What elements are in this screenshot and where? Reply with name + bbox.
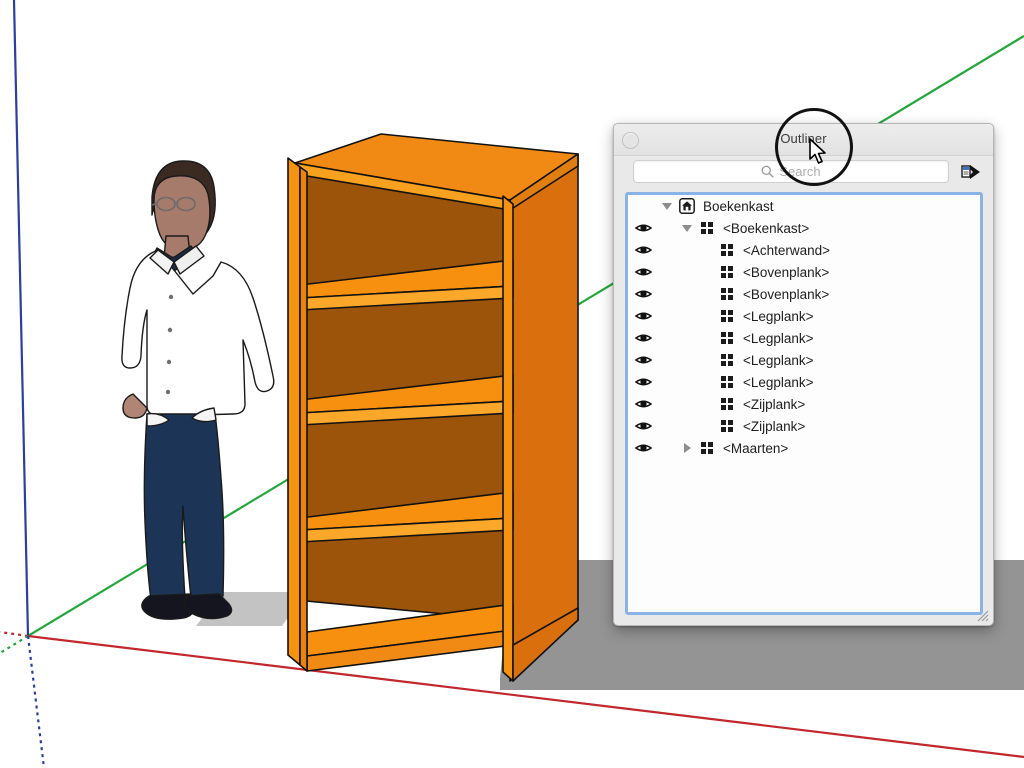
blue-axis-negative (26, 635, 46, 768)
component-icon (716, 376, 738, 388)
tree-row-label: <Boekenkast> (723, 220, 810, 236)
person-trousers (143, 413, 225, 601)
tree-row-label: <Achterwand> (743, 242, 831, 258)
tree-row[interactable]: <Boekenkast> (628, 217, 980, 239)
bookcase-right-upright (502, 195, 514, 682)
bookcase-right-side (509, 153, 579, 682)
blue-axis (12, 0, 30, 637)
person-shoe-right (184, 593, 233, 620)
visibility-eye-icon[interactable] (628, 222, 658, 234)
tree-row-label: <Legplank> (743, 352, 814, 368)
outliner-panel[interactable]: Outliner Search Boekenkast <Boekenkast> … (613, 123, 994, 626)
home-icon (676, 198, 698, 214)
person-shirt (121, 249, 275, 417)
component-icon (716, 398, 738, 410)
sketchup-viewport[interactable]: Outliner Search Boekenkast <Boekenkast> … (0, 0, 1024, 768)
component-icon (716, 332, 738, 344)
person-left-hand (122, 393, 148, 419)
search-icon (761, 165, 774, 178)
disclosure-triangle-closed-icon[interactable] (678, 443, 696, 453)
visibility-eye-icon[interactable] (628, 310, 658, 322)
bookcase-left-upright (287, 157, 301, 666)
tree-row-label: Boekenkast (703, 198, 774, 214)
tree-row[interactable]: <Legplank> (628, 349, 980, 371)
disclosure-triangle-open-icon[interactable] (678, 224, 696, 232)
tree-row-label: <Zijplank> (743, 418, 806, 434)
mouse-cursor (809, 138, 826, 164)
visibility-eye-icon[interactable] (628, 354, 658, 366)
visibility-eye-icon[interactable] (628, 244, 658, 256)
component-icon (716, 288, 738, 300)
tree-row-label: <Maarten> (723, 440, 789, 456)
tree-row-label: <Legplank> (743, 330, 814, 346)
tree-row[interactable]: <Bovenplank> (628, 283, 980, 305)
component-icon (696, 442, 718, 454)
component-icon (716, 266, 738, 278)
visibility-eye-icon[interactable] (628, 266, 658, 278)
tree-row[interactable]: <Legplank> (628, 327, 980, 349)
tree-row[interactable]: <Legplank> (628, 371, 980, 393)
tree-row-label: <Legplank> (743, 308, 814, 324)
tree-row[interactable]: <Zijplank> (628, 415, 980, 437)
component-icon (716, 310, 738, 322)
bookcase-left-upright-face (299, 166, 308, 672)
component-icon (716, 420, 738, 432)
tree-row[interactable]: <Bovenplank> (628, 261, 980, 283)
tree-row[interactable]: <Zijplank> (628, 393, 980, 415)
tree-row[interactable]: Boekenkast (628, 195, 980, 217)
resize-grip[interactable] (976, 609, 989, 622)
tree-row-label: <Zijplank> (743, 396, 806, 412)
component-icon (696, 222, 718, 234)
outliner-tree[interactable]: Boekenkast <Boekenkast> <Achterwand> <Boven… (625, 192, 983, 615)
bookcase-model (287, 133, 579, 682)
tree-row[interactable]: <Maarten> (628, 437, 980, 459)
red-axis-negative (0, 630, 29, 638)
visibility-eye-icon[interactable] (628, 420, 658, 432)
visibility-eye-icon[interactable] (628, 442, 658, 454)
component-icon (716, 354, 738, 366)
green-axis-negative (0, 635, 29, 654)
scale-figure-person (121, 160, 275, 620)
visibility-eye-icon[interactable] (628, 376, 658, 388)
disclosure-triangle-open-icon[interactable] (658, 202, 676, 210)
tree-row[interactable]: <Achterwand> (628, 239, 980, 261)
visibility-eye-icon[interactable] (628, 332, 658, 344)
tree-row-label: <Bovenplank> (743, 286, 830, 302)
tree-row-label: <Legplank> (743, 374, 814, 390)
visibility-eye-icon[interactable] (628, 398, 658, 410)
visibility-eye-icon[interactable] (628, 288, 658, 300)
tree-row[interactable]: <Legplank> (628, 305, 980, 327)
details-flyout-icon[interactable] (960, 161, 982, 182)
tree-row-label: <Bovenplank> (743, 264, 830, 280)
component-icon (716, 244, 738, 256)
